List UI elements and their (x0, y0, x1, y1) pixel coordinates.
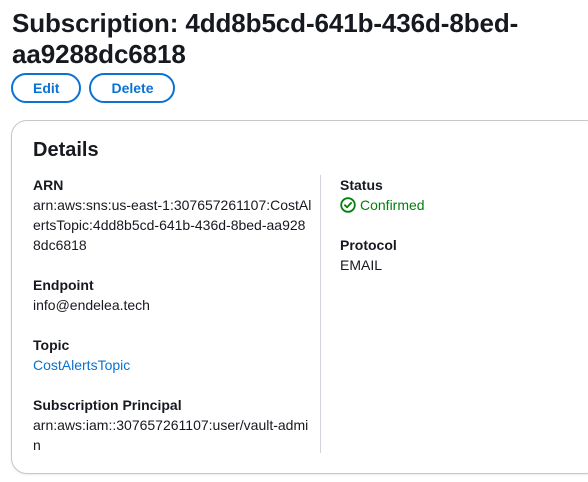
protocol-label: Protocol (340, 237, 397, 253)
details-heading: Details (33, 139, 99, 161)
endpoint-field: Endpoint info@endelea.tech (33, 275, 313, 315)
delete-button[interactable]: Delete (89, 73, 176, 103)
status-label: Status (340, 177, 383, 193)
details-right-column: Status Confirmed Protocol EMAIL (340, 175, 580, 295)
arn-field: ARN arn:aws:sns:us-east-1:307657261107:C… (33, 175, 313, 255)
subscription-page: Subscription: 4dd8b5cd-641b-436d-8bed-aa… (0, 0, 588, 482)
status-field: Status Confirmed (340, 175, 580, 215)
topic-link[interactable]: CostAlertsTopic (33, 357, 130, 373)
protocol-field: Protocol EMAIL (340, 235, 580, 275)
arn-label: ARN (33, 177, 64, 193)
principal-label: Subscription Principal (33, 397, 182, 413)
column-divider (320, 175, 321, 453)
status-value: Confirmed (360, 197, 425, 213)
details-card: Details ARN arn:aws:sns:us-east-1:307657… (11, 120, 588, 474)
topic-label: Topic (33, 337, 70, 353)
details-left-column: ARN arn:aws:sns:us-east-1:307657261107:C… (33, 175, 313, 475)
principal-value: arn:aws:iam::307657261107:user/vault-adm… (33, 417, 309, 453)
arn-value: arn:aws:sns:us-east-1:307657261107:CostA… (33, 197, 312, 253)
endpoint-value: info@endelea.tech (33, 297, 150, 313)
principal-field: Subscription Principal arn:aws:iam::3076… (33, 395, 313, 455)
endpoint-label: Endpoint (33, 277, 94, 293)
protocol-value: EMAIL (340, 257, 383, 273)
edit-button[interactable]: Edit (11, 73, 82, 103)
page-title: Subscription: 4dd8b5cd-641b-436d-8bed-aa… (12, 8, 519, 69)
check-circle-icon (340, 197, 356, 213)
topic-field: Topic CostAlertsTopic (33, 335, 313, 375)
status-indicator: Confirmed (340, 195, 580, 215)
action-bar: Edit Delete (11, 73, 176, 103)
